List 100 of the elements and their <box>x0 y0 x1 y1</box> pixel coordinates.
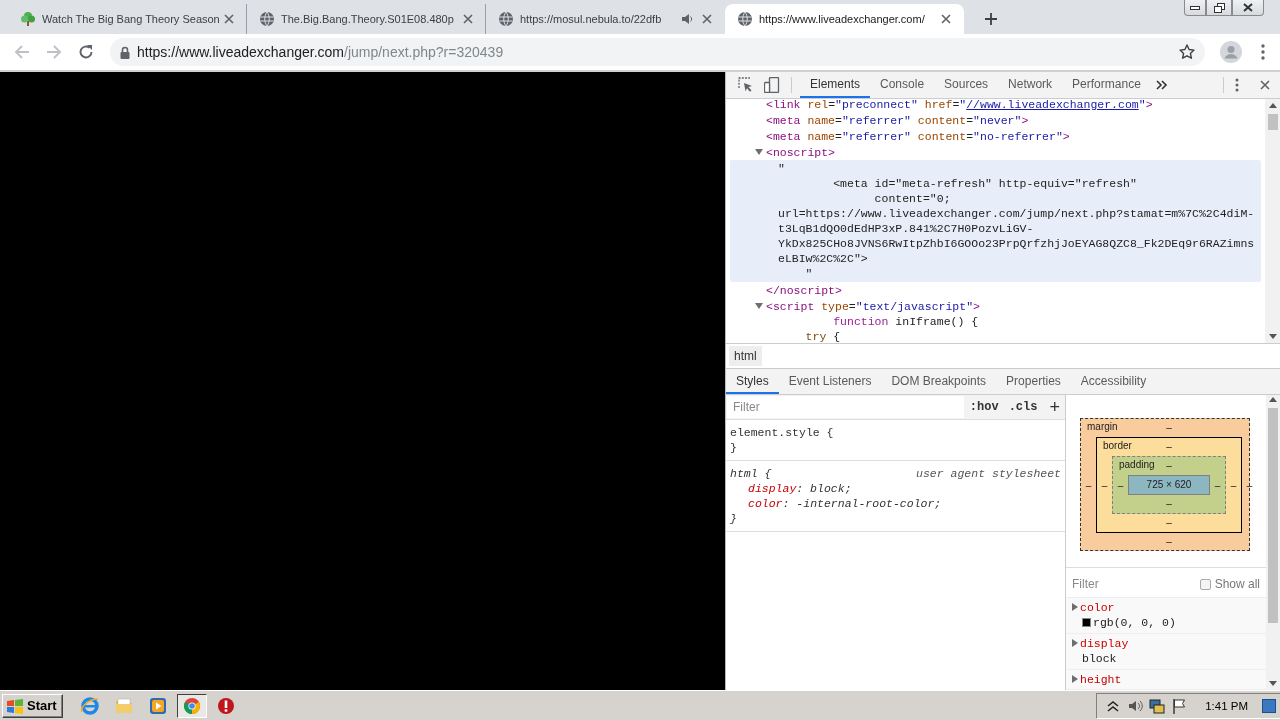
triangle-icon[interactable] <box>755 302 763 310</box>
scrollbar[interactable] <box>1266 395 1280 690</box>
scroll-up-icon <box>1268 103 1277 108</box>
device-icon <box>764 77 780 93</box>
checkbox[interactable] <box>1199 578 1211 590</box>
sidebar-tab[interactable]: Properties <box>996 369 1071 394</box>
box-model-value: – <box>1084 479 1093 491</box>
box-model-label: margin <box>1087 421 1118 432</box>
url-text: https://www.liveadexchanger.com/jump/next.php?r=320439 <box>137 44 505 60</box>
taskbar-button[interactable] <box>176 693 207 718</box>
globe-icon <box>259 11 275 27</box>
filter-field[interactable]: Filter <box>727 396 964 418</box>
scroll-down-icon <box>1268 334 1277 339</box>
close-icon <box>1243 3 1253 12</box>
browser-tab[interactable]: https://mosul.nebula.to/22dfb <box>486 4 725 34</box>
devtools-tab[interactable]: Performance <box>1062 72 1151 98</box>
minimize-button[interactable] <box>1184 0 1206 16</box>
profile-button[interactable] <box>1217 38 1245 66</box>
triangle-icon[interactable] <box>1072 639 1078 648</box>
box-model-value: – <box>1166 497 1172 511</box>
css-brace: } <box>730 440 738 455</box>
scroll-thumb[interactable] <box>1267 114 1278 130</box>
restore-button[interactable] <box>1206 0 1232 16</box>
new-rule-button[interactable]: + <box>1044 396 1065 418</box>
class-toggle[interactable]: .cls <box>1003 400 1043 414</box>
css-selector: element.style { <box>730 425 834 440</box>
triangle-icon[interactable] <box>1072 603 1078 612</box>
tab-title: The.Big.Bang.Theory.S01E08.480p <box>281 13 454 25</box>
flag-icon[interactable] <box>1171 697 1188 714</box>
color-swatch[interactable] <box>1082 618 1091 628</box>
close-icon <box>1259 79 1271 91</box>
box-model-value: – <box>1229 479 1238 491</box>
hover-state-toggle[interactable]: :hov <box>964 400 1004 414</box>
tab-title: https://www.liveadexchanger.com/ <box>759 13 926 25</box>
code-line: " <box>778 162 785 175</box>
arrow-left-icon <box>14 44 30 60</box>
devtools-tab[interactable]: Console <box>870 72 935 98</box>
windows-flag-icon <box>6 697 24 714</box>
code-line: </noscript> <box>766 283 842 297</box>
close-icon <box>462 13 474 25</box>
code-line: <meta id="meta-refresh" http-equiv="refresh" <box>832 177 1137 190</box>
close-window-button[interactable] <box>1232 0 1264 16</box>
restore-icon <box>1213 2 1225 13</box>
rule-origin: user agent stylesheet <box>916 466 1061 481</box>
devtools-tab[interactable]: Elements <box>800 72 871 98</box>
folder-icon <box>113 695 134 716</box>
minimize-icon <box>1190 4 1200 11</box>
start-button[interactable]: Start <box>2 693 63 718</box>
property-name: color <box>1080 599 1115 615</box>
box-model-value: – <box>1166 440 1172 454</box>
link[interactable]: //www.liveadexchanger.com <box>966 99 1139 111</box>
sidebar-tab[interactable]: Accessibility <box>1070 369 1157 394</box>
browser-tab[interactable]: https://www.liveadexchanger.com/ <box>725 4 964 34</box>
box-model-value: – <box>1166 516 1172 530</box>
triangle-icon[interactable] <box>755 148 763 156</box>
sidebar-tab[interactable]: Event Listeners <box>778 369 882 394</box>
scroll-down-icon <box>1269 681 1277 686</box>
menu-icon <box>1261 44 1265 60</box>
code-line: t3LqB1dQO0dEdHP3xP.841%2C7H0PozvLiGV- <box>778 222 1034 235</box>
close-icon <box>701 13 713 25</box>
css-declaration: color: -internal-root-color; <box>747 496 943 511</box>
browser-icon <box>79 695 100 716</box>
clock: 1:41 PM <box>1205 699 1248 712</box>
box-model-content: 725 × 620 <box>1128 475 1210 495</box>
checkbox-label: Show all <box>1214 577 1260 592</box>
kebab-icon <box>1235 78 1239 92</box>
chevrons-icon <box>1155 80 1168 90</box>
cursor-icon <box>738 77 754 93</box>
devtools-tab[interactable]: Sources <box>934 72 999 98</box>
css-declaration: display: block; <box>747 481 853 496</box>
breadcrumb[interactable]: html <box>729 346 762 366</box>
globe-icon <box>498 11 514 27</box>
triangle-icon[interactable] <box>1072 675 1078 684</box>
box-model-value: – <box>1116 479 1125 491</box>
code-line: " <box>804 267 813 280</box>
property-name: height <box>1080 671 1122 687</box>
show-desktop-icon[interactable] <box>1262 698 1276 713</box>
scroll-thumb[interactable] <box>1268 408 1278 623</box>
property-value: rgb(0, 0, 0) <box>1093 615 1176 631</box>
network-icon[interactable] <box>1149 697 1166 714</box>
devtools-tab[interactable]: Network <box>998 72 1063 98</box>
lock-icon <box>120 45 130 59</box>
code-line: YkDx825CHo8JVNS6RwItpZhbI6GOOo23PrpQrfzhjJoEYAG8QZC8_Fk2DEq9r6RAZimns <box>778 237 1255 250</box>
code-line: url=https://www.liveadexchanger.com/jump/next.php?stamat=m%7C%2C4diM- <box>778 207 1255 220</box>
sidebar-tab[interactable]: DOM Breakpoints <box>881 369 997 394</box>
chrome-icon <box>181 695 202 716</box>
code-line: eLBIw%2C%2C"> <box>778 252 868 265</box>
property-value: block <box>1082 651 1117 667</box>
box-model-value: – <box>1166 535 1172 549</box>
stop-sign-icon <box>215 695 236 716</box>
code-line: <link rel="preconnect" href="//www.liveadexchanger.com"> <box>766 99 1153 111</box>
box-model-value: – <box>1166 421 1172 435</box>
code-line: <noscript> <box>766 145 835 159</box>
close-icon <box>223 13 235 25</box>
code-line: <meta name="referrer" content="no-referrer"> <box>766 129 1070 143</box>
tab-title: https://mosul.nebula.to/22dfb <box>520 13 663 25</box>
scrollbar[interactable] <box>1265 99 1280 343</box>
code-line: <meta name="referrer" content="never"> <box>766 113 1029 127</box>
scroll-up-icon <box>1269 397 1277 402</box>
css-selector: html { <box>730 466 772 481</box>
